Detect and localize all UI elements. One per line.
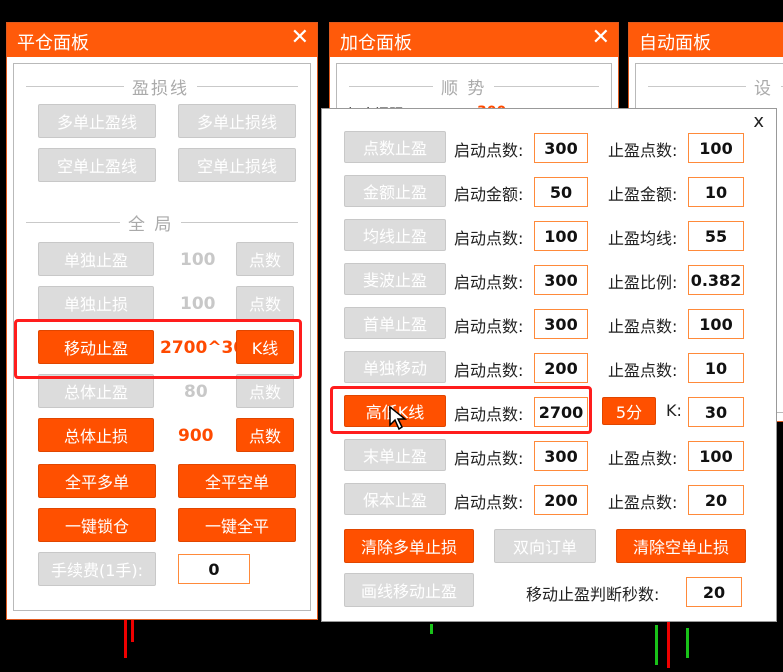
single-trailing-button[interactable]: 单独移动 <box>344 351 446 383</box>
judge-seconds-input[interactable]: 20 <box>686 577 742 607</box>
start-input[interactable]: 300 <box>534 309 588 339</box>
start-label: 启动点数: <box>454 273 524 292</box>
stop-input[interactable]: 100 <box>688 309 744 339</box>
total-stop-loss-button[interactable]: 总体止损 <box>38 418 154 452</box>
start-input[interactable]: 300 <box>534 441 588 471</box>
single-stop-loss-button[interactable]: 单独止损 <box>38 286 154 320</box>
title-bar: 平仓面板 ✕ <box>7 23 317 57</box>
k-count-input[interactable]: 30 <box>688 397 744 427</box>
stop-label: 止盈金额: <box>608 185 678 204</box>
total-stop-loss-mode[interactable]: 点数 <box>236 418 294 452</box>
section-label: 全 局 <box>120 210 182 235</box>
start-label: 启动点数: <box>454 229 524 248</box>
stop-input[interactable]: 10 <box>688 353 744 383</box>
stop-label: 止盈点数: <box>608 361 678 380</box>
section-label: 设 <box>746 74 781 99</box>
title-bar: 加仓面板 ✕ <box>330 23 618 57</box>
single-take-profit-value: 100 <box>180 250 216 270</box>
start-label: 启动点数: <box>454 493 524 512</box>
stop-label: 止盈点数: <box>608 317 678 336</box>
start-input[interactable]: 300 <box>534 133 588 163</box>
stop-label: 止盈点数: <box>608 493 678 512</box>
start-input[interactable]: 50 <box>534 177 588 207</box>
one-click-lock-button[interactable]: 一键锁仓 <box>38 508 156 542</box>
stop-input[interactable]: 10 <box>688 177 744 207</box>
panel-title: 自动面板 <box>639 33 711 54</box>
start-input[interactable]: 200 <box>534 485 588 515</box>
panel-title: 平仓面板 <box>17 33 89 54</box>
clear-short-stop-button[interactable]: 清除空单止损 <box>616 529 746 563</box>
short-take-profit-line-button[interactable]: 空单止盈线 <box>38 148 156 182</box>
fee-input[interactable]: 0 <box>178 554 250 584</box>
start-input[interactable]: 200 <box>534 353 588 383</box>
chart-candle <box>124 620 127 658</box>
highlight-box <box>330 386 592 434</box>
total-take-profit-button[interactable]: 总体止盈 <box>38 374 154 408</box>
section-label: 顺 势 <box>433 74 495 99</box>
highlight-box <box>14 319 302 379</box>
stop-label: 止盈均线: <box>608 229 678 248</box>
start-label: 启动点数: <box>454 141 524 160</box>
ma-take-profit-button[interactable]: 均线止盈 <box>344 219 446 251</box>
section-label: 盈损线 <box>124 74 197 99</box>
stop-input[interactable]: 100 <box>688 441 744 471</box>
stop-label: 止盈比例: <box>608 273 678 292</box>
trailing-stop-settings-popup: x 点数止盈 启动点数: 300 止盈点数: 100 金额止盈 启动金额: 50… <box>321 108 777 622</box>
single-stop-loss-mode[interactable]: 点数 <box>236 286 294 320</box>
judge-seconds-label: 移动止盈判断秒数: <box>526 585 660 604</box>
close-all-long-button[interactable]: 全平多单 <box>38 464 156 498</box>
total-stop-loss-value: 900 <box>178 426 214 446</box>
breakeven-take-profit-button[interactable]: 保本止盈 <box>344 483 446 515</box>
long-take-profit-line-button[interactable]: 多单止盈线 <box>38 104 156 138</box>
single-stop-loss-value: 100 <box>180 294 216 314</box>
stop-label: 止盈点数: <box>608 141 678 160</box>
stop-input[interactable]: 0.382 <box>688 265 744 295</box>
close-icon[interactable]: ✕ <box>592 25 610 50</box>
one-click-close-all-button[interactable]: 一键全平 <box>178 508 296 542</box>
short-stop-loss-line-button[interactable]: 空单止损线 <box>178 148 296 182</box>
start-label: 启动金额: <box>454 185 524 204</box>
fibonacci-take-profit-button[interactable]: 斐波止盈 <box>344 263 446 295</box>
stop-label: 止盈点数: <box>608 449 678 468</box>
start-label: 启动点数: <box>454 361 524 380</box>
chart-candle <box>686 628 689 658</box>
stop-input[interactable]: 20 <box>688 485 744 515</box>
period-button[interactable]: 5分 <box>602 397 656 425</box>
chart-candle <box>667 618 670 668</box>
first-order-take-profit-button[interactable]: 首单止盈 <box>344 307 446 339</box>
panel-title: 加仓面板 <box>340 33 412 54</box>
k-count-label: K: <box>666 401 682 420</box>
bidirectional-order-button[interactable]: 双向订单 <box>494 529 596 563</box>
total-take-profit-value: 80 <box>184 382 208 402</box>
start-input[interactable]: 300 <box>534 265 588 295</box>
title-bar: 自动面板 <box>629 23 783 57</box>
clear-long-stop-button[interactable]: 清除多单止损 <box>344 529 474 563</box>
fee-label: 手续费(1手): <box>38 552 156 586</box>
stop-input[interactable]: 55 <box>688 221 744 251</box>
amount-take-profit-button[interactable]: 金额止盈 <box>344 175 446 207</box>
stop-input[interactable]: 100 <box>688 133 744 163</box>
chart-candle <box>430 624 433 634</box>
close-all-short-button[interactable]: 全平空单 <box>178 464 296 498</box>
total-take-profit-mode[interactable]: 点数 <box>236 374 294 408</box>
start-label: 启动点数: <box>454 449 524 468</box>
start-input[interactable]: 100 <box>534 221 588 251</box>
chart-candle <box>655 625 658 665</box>
close-icon[interactable]: x <box>753 111 764 132</box>
single-take-profit-mode[interactable]: 点数 <box>236 242 294 276</box>
points-take-profit-button[interactable]: 点数止盈 <box>344 131 446 163</box>
start-label: 启动点数: <box>454 317 524 336</box>
draw-trailing-stop-button[interactable]: 画线移动止盈 <box>344 573 474 607</box>
last-order-take-profit-button[interactable]: 末单止盈 <box>344 439 446 471</box>
long-stop-loss-line-button[interactable]: 多单止损线 <box>178 104 296 138</box>
close-icon[interactable]: ✕ <box>291 25 309 50</box>
single-take-profit-button[interactable]: 单独止盈 <box>38 242 154 276</box>
